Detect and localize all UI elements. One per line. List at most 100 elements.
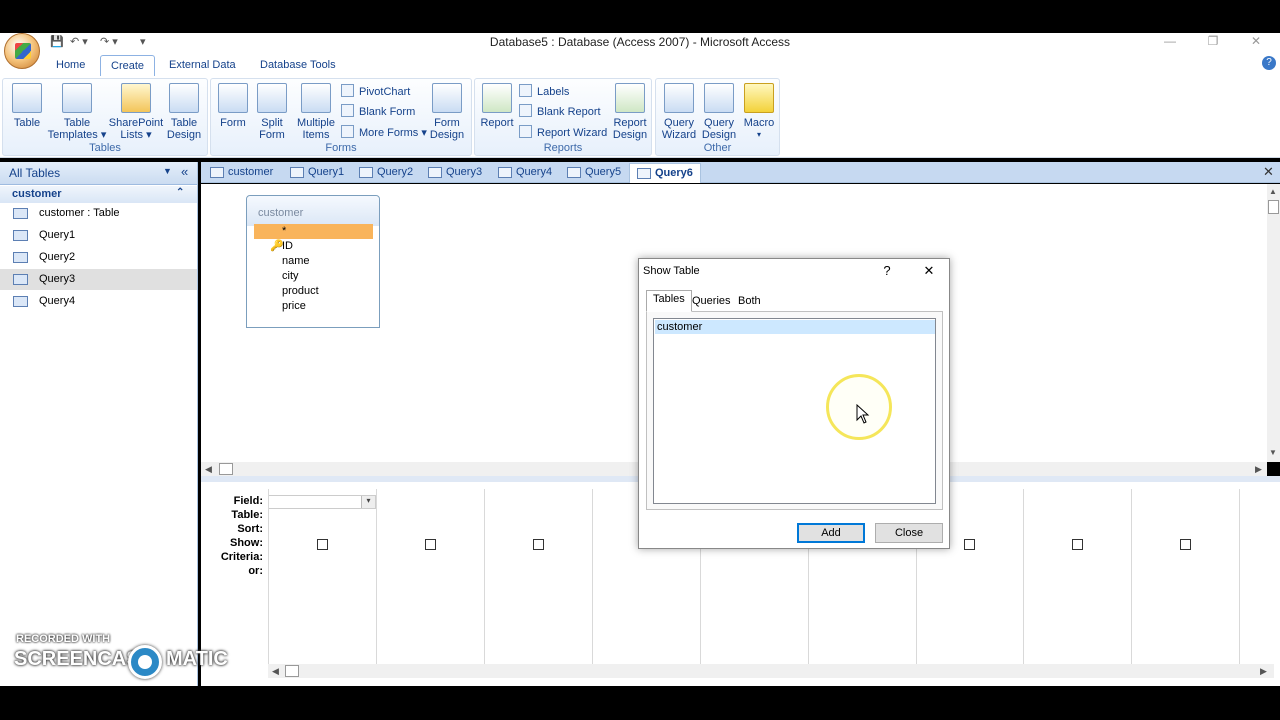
- show-checkbox[interactable]: [964, 539, 975, 550]
- table-button[interactable]: Table: [7, 83, 47, 129]
- show-checkbox[interactable]: [425, 539, 436, 550]
- field-list-customer[interactable]: customer * 🔑 ID name city product price: [246, 195, 380, 328]
- grid-column-divider: [268, 489, 269, 664]
- scroll-right-icon[interactable]: ▶: [1260, 666, 1267, 677]
- table-design-button[interactable]: Table Design: [163, 83, 205, 141]
- field-product[interactable]: product: [254, 284, 373, 299]
- add-button[interactable]: Add: [797, 523, 865, 543]
- nav-item-query1[interactable]: Query1: [0, 225, 197, 246]
- dialog-tab-tables[interactable]: Tables: [646, 290, 692, 312]
- dialog-tab-panel: customer: [646, 311, 943, 510]
- nav-header[interactable]: All Tables ▼ «: [0, 162, 197, 185]
- nav-item-query4[interactable]: Query4: [0, 291, 197, 312]
- blank-form-button[interactable]: Blank Form: [341, 103, 415, 121]
- dialog-close-icon[interactable]: ✕: [919, 263, 939, 279]
- chevron-down-icon[interactable]: ▾: [361, 496, 375, 508]
- doc-tab-query4[interactable]: Query4: [491, 163, 552, 183]
- report-design-button[interactable]: Report Design: [609, 83, 651, 141]
- query-design-button[interactable]: Query Design: [698, 83, 740, 141]
- doc-tab-query5[interactable]: Query5: [560, 163, 621, 183]
- pivotchart-button[interactable]: PivotChart: [341, 83, 410, 101]
- sharepoint-lists-button[interactable]: SharePoint Lists ▾: [107, 83, 165, 141]
- tab-home[interactable]: Home: [46, 55, 95, 76]
- dialog-tab-queries[interactable]: Queries: [686, 293, 737, 311]
- doc-tab-query6[interactable]: Query6: [629, 163, 701, 183]
- doc-tab-query2[interactable]: Query2: [352, 163, 413, 183]
- table-listbox[interactable]: customer: [653, 318, 936, 504]
- report-wizard-icon: [519, 125, 532, 138]
- query-wizard-button[interactable]: Query Wizard: [658, 83, 700, 141]
- split-form-button[interactable]: Split Form: [253, 83, 291, 141]
- labels-button[interactable]: Labels: [519, 83, 569, 101]
- show-checkbox[interactable]: [533, 539, 544, 550]
- ribbon-tabs: Home Create External Data Database Tools…: [0, 53, 1280, 76]
- scroll-thumb[interactable]: [219, 463, 233, 475]
- nav-item-customer-table[interactable]: customer : Table: [0, 203, 197, 224]
- field-star[interactable]: *: [254, 224, 373, 239]
- report-button[interactable]: Report: [477, 83, 517, 129]
- form-design-button[interactable]: Form Design: [427, 83, 467, 141]
- report-icon: [482, 83, 512, 113]
- tab-external-data[interactable]: External Data: [159, 55, 246, 76]
- doc-tab-query3[interactable]: Query3: [421, 163, 482, 183]
- more-forms-button[interactable]: More Forms ▾: [341, 124, 427, 142]
- doc-tab-customer[interactable]: customer: [203, 163, 273, 183]
- office-button[interactable]: [4, 33, 40, 69]
- vertical-scrollbar-upper[interactable]: ▲ ▼: [1267, 184, 1280, 462]
- dialog-tab-both[interactable]: Both: [732, 293, 767, 311]
- nav-header-label: All Tables: [9, 166, 61, 180]
- more-forms-icon: [341, 125, 354, 138]
- close-window-icon[interactable]: ✕: [1236, 33, 1276, 51]
- field-id[interactable]: 🔑 ID: [254, 239, 373, 254]
- field-city[interactable]: city: [254, 269, 373, 284]
- tab-create[interactable]: Create: [100, 55, 156, 76]
- show-checkbox[interactable]: [1072, 539, 1083, 550]
- report-wizard-button[interactable]: Report Wizard: [519, 124, 607, 142]
- table-templates-icon: [62, 83, 92, 113]
- dialog-help-button[interactable]: ?: [877, 263, 897, 279]
- help-icon[interactable]: ?: [1262, 56, 1276, 70]
- show-checkbox[interactable]: [317, 539, 328, 550]
- scroll-left-icon[interactable]: ◀: [272, 666, 279, 677]
- grid-column-divider: [1239, 489, 1240, 664]
- scroll-thumb[interactable]: [285, 665, 299, 677]
- show-checkbox[interactable]: [1180, 539, 1191, 550]
- macro-button[interactable]: Macro ▾: [740, 83, 778, 141]
- close-tab-icon[interactable]: ✕: [1263, 164, 1274, 180]
- close-button[interactable]: Close: [875, 523, 943, 543]
- chevron-down-icon[interactable]: ▼: [163, 166, 172, 176]
- group-forms: Form Split Form Multiple Items PivotChar…: [210, 78, 472, 156]
- nav-group-label: customer: [12, 188, 62, 200]
- minimize-icon[interactable]: —: [1150, 33, 1190, 51]
- table-templates-button[interactable]: Table Templates ▾: [47, 83, 107, 141]
- grid-column-divider: [1023, 489, 1024, 664]
- blank-report-button[interactable]: Blank Report: [519, 103, 601, 121]
- scroll-up-icon[interactable]: ▲: [1269, 187, 1277, 196]
- multiple-items-button[interactable]: Multiple Items: [293, 83, 339, 141]
- nav-item-query3[interactable]: Query3: [0, 269, 197, 290]
- scroll-right-icon[interactable]: ▶: [1255, 464, 1262, 475]
- scroll-thumb[interactable]: [1268, 200, 1279, 214]
- list-item-customer[interactable]: customer: [655, 320, 935, 334]
- query-icon: [359, 167, 373, 178]
- field-cell-input[interactable]: ▾: [268, 495, 376, 509]
- tab-database-tools[interactable]: Database Tools: [250, 55, 346, 76]
- collapse-pane-icon[interactable]: «: [181, 164, 188, 179]
- nav-group-customer[interactable]: customer ⌃: [0, 186, 197, 203]
- nav-item-query2[interactable]: Query2: [0, 247, 197, 268]
- field-price[interactable]: price: [254, 299, 373, 314]
- field-name[interactable]: name: [254, 254, 373, 269]
- table-design-icon: [169, 83, 199, 113]
- query-icon: [567, 167, 581, 178]
- field-list-title[interactable]: customer: [247, 196, 379, 226]
- doc-tab-query1[interactable]: Query1: [283, 163, 344, 183]
- horizontal-scrollbar-grid[interactable]: ◀ ▶: [268, 664, 1274, 678]
- query-icon: [13, 230, 28, 241]
- form-button[interactable]: Form: [215, 83, 251, 129]
- chevron-up-icon[interactable]: ⌃: [176, 187, 184, 198]
- form-design-icon: [432, 83, 462, 113]
- restore-icon[interactable]: ❐: [1193, 33, 1233, 51]
- scroll-down-icon[interactable]: ▼: [1269, 448, 1277, 457]
- scroll-left-icon[interactable]: ◀: [205, 464, 212, 475]
- primary-key-icon: 🔑: [270, 240, 284, 252]
